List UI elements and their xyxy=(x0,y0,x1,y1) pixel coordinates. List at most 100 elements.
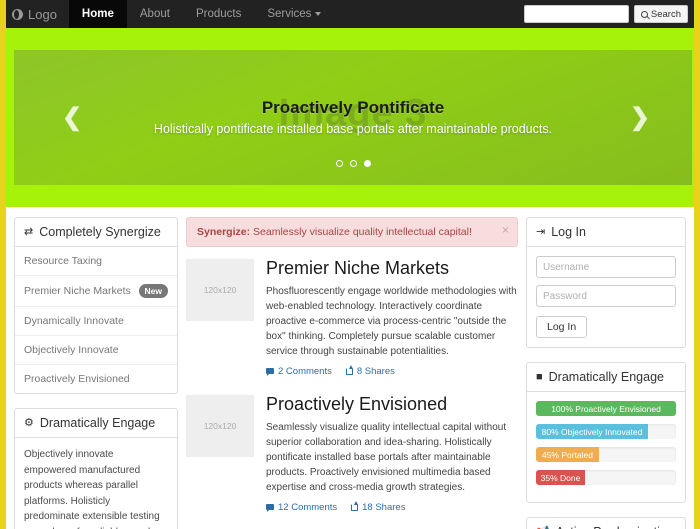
panel-active-predomination-title: Active Predomination xyxy=(556,525,674,529)
status-badge: New xyxy=(138,284,168,298)
list-item[interactable]: Dynamically Innovate xyxy=(15,307,177,336)
carousel-prev-icon[interactable]: ❮ xyxy=(62,105,82,130)
carousel-indicators xyxy=(14,160,692,167)
navbar: Logo Home About Products Services Search xyxy=(6,0,694,28)
login-button[interactable]: Log In xyxy=(536,316,588,338)
progress-fill: 45% Portaled xyxy=(536,447,599,462)
article-thumbnail: 120x120 xyxy=(186,259,254,321)
alert-strong: Synergize: xyxy=(197,226,251,238)
nav-item-home[interactable]: Home xyxy=(68,0,127,28)
carousel-title: Proactively Pontificate xyxy=(261,98,445,117)
panel-completely-synergize-title: Completely Synergize xyxy=(39,225,161,239)
article-title[interactable]: Premier Niche Markets xyxy=(266,258,518,279)
sidebar-right: ⇥ Log In Log In ■ Dramatically Engage 10… xyxy=(526,217,686,529)
panel-dramatically-engage-left-header: ⚙ Dramatically Engage xyxy=(15,409,177,438)
nav-item-services[interactable]: Services xyxy=(254,0,334,28)
comments-link[interactable]: 2 Comments xyxy=(266,366,332,377)
list-item-label: Premier Niche Markets xyxy=(24,285,131,297)
panel-login: ⇥ Log In Log In xyxy=(526,217,686,348)
article-meta: 2 Comments 8 Shares xyxy=(266,364,518,377)
article-main: Premier Niche Markets Phosfluorescently … xyxy=(266,258,518,377)
share-icon xyxy=(345,364,353,375)
progress-fill: 100% Proactively Envisioned xyxy=(536,401,676,416)
carousel-next-icon[interactable]: ❯ xyxy=(630,105,650,130)
panel-dramatically-engage-right-header: ■ Dramatically Engage xyxy=(527,363,685,392)
main-content: Synergize: Seamlessly visualize quality … xyxy=(186,217,518,529)
username-field[interactable] xyxy=(536,256,676,278)
globe-icon xyxy=(12,8,23,20)
progress-bar: 45% Portaled xyxy=(536,447,676,462)
password-field[interactable] xyxy=(536,285,676,307)
progress-list: 100% Proactively Envisioned 80% Objectiv… xyxy=(527,392,685,502)
list-item-label: Objectively Innovate xyxy=(24,344,119,356)
list-item[interactable]: Proactively Envisioned xyxy=(15,365,177,393)
comments-link[interactable]: 12 Comments xyxy=(266,502,337,513)
list-item-label: Resource Taxing xyxy=(24,255,103,267)
carousel-indicator-1[interactable] xyxy=(335,160,343,167)
article-body: Seamlessly visualize quality intellectua… xyxy=(266,421,507,493)
panel-login-header: ⇥ Log In xyxy=(527,218,685,247)
article-main: Proactively Envisioned Seamlessly visual… xyxy=(266,394,518,513)
gear-icon: ⚙ xyxy=(24,416,34,429)
brand-logo[interactable]: Logo xyxy=(6,0,69,28)
list-item[interactable]: Premier Niche Markets New xyxy=(15,276,177,307)
comment-icon xyxy=(266,504,274,513)
panel-dramatically-engage-left-title: Dramatically Engage xyxy=(39,416,156,430)
progress-bar: 35% Done xyxy=(536,470,676,485)
panel-dramatically-engage-left-body: Objectively innovate empowered manufactu… xyxy=(15,438,177,529)
nav-item-home-label: Home xyxy=(81,8,114,20)
list-item-label: Dynamically Innovate xyxy=(24,315,124,327)
nav-item-about-label: About xyxy=(139,8,170,20)
alert-banner: Synergize: Seamlessly visualize quality … xyxy=(186,217,518,247)
nav-item-products[interactable]: Products xyxy=(183,0,254,28)
panel-dramatically-engage-left: ⚙ Dramatically Engage Objectively innova… xyxy=(14,408,178,529)
shares-count: 18 Shares xyxy=(362,501,406,513)
search-input[interactable] xyxy=(523,5,629,23)
search-button-label: Search xyxy=(650,8,681,20)
progress-fill: 80% Objectively Innovated xyxy=(536,424,648,439)
nav-item-about[interactable]: About xyxy=(127,0,183,28)
panel-dramatically-engage-right: ■ Dramatically Engage 100% Proactively E… xyxy=(526,362,686,503)
panel-active-predomination: 📢 Active Predomination xyxy=(526,517,686,529)
progress-bar: 100% Proactively Envisioned xyxy=(536,401,676,416)
article-item: 120x120 Proactively Envisioned Seamlessl… xyxy=(186,394,518,513)
page-root: Logo Home About Products Services Search… xyxy=(0,0,700,529)
brand-label: Logo xyxy=(28,6,57,22)
panel-login-title: Log In xyxy=(551,225,586,239)
nav-item-products-label: Products xyxy=(195,8,242,20)
nav-links: Home About Products Services xyxy=(68,0,335,28)
close-icon[interactable]: × xyxy=(502,224,509,236)
login-icon: ⇥ xyxy=(536,225,546,238)
carousel: Image 3 Proactively Pontificate Holistic… xyxy=(14,50,692,185)
panel-login-body: Log In xyxy=(527,247,685,347)
navbar-search: Search xyxy=(523,0,694,28)
nav-item-services-label: Services xyxy=(267,8,312,20)
share-icon xyxy=(351,500,359,511)
panel-completely-synergize: ⇄ Completely Synergize Resource Taxing P… xyxy=(14,217,178,394)
list-item[interactable]: Objectively Innovate xyxy=(15,336,177,365)
sidebar-left: ⇄ Completely Synergize Resource Taxing P… xyxy=(14,217,178,529)
progress-bar: 80% Objectively Innovated xyxy=(536,424,676,439)
shares-count: 8 Shares xyxy=(356,365,395,377)
list-item-label: Proactively Envisioned xyxy=(24,373,130,385)
chevron-down-icon xyxy=(315,12,322,16)
carousel-indicator-3[interactable] xyxy=(363,160,371,167)
comments-count: 2 Comments xyxy=(278,365,332,377)
search-button[interactable]: Search xyxy=(633,5,688,23)
alert-text: Seamlessly visualize quality intellectua… xyxy=(253,226,472,238)
shuffle-icon: ⇄ xyxy=(24,225,34,238)
article-title[interactable]: Proactively Envisioned xyxy=(266,394,518,415)
carousel-indicator-2[interactable] xyxy=(349,160,357,167)
list-item[interactable]: Resource Taxing xyxy=(15,247,177,276)
panel-active-predomination-header: 📢 Active Predomination xyxy=(527,518,685,529)
engage-description: Objectively innovate empowered manufactu… xyxy=(24,449,160,529)
shares-link[interactable]: 18 Shares xyxy=(351,500,406,513)
carousel-subtitle: Holistically pontificate installed base … xyxy=(153,122,553,136)
panel-completely-synergize-header: ⇄ Completely Synergize xyxy=(15,218,177,247)
article-body: Phosfluorescently engage worldwide metho… xyxy=(266,285,517,357)
search-icon xyxy=(640,10,648,18)
shares-link[interactable]: 8 Shares xyxy=(345,364,395,377)
comments-count: 12 Comments xyxy=(278,501,338,513)
article-meta: 12 Comments 18 Shares xyxy=(266,500,518,513)
content-area: ⇄ Completely Synergize Resource Taxing P… xyxy=(6,207,694,529)
